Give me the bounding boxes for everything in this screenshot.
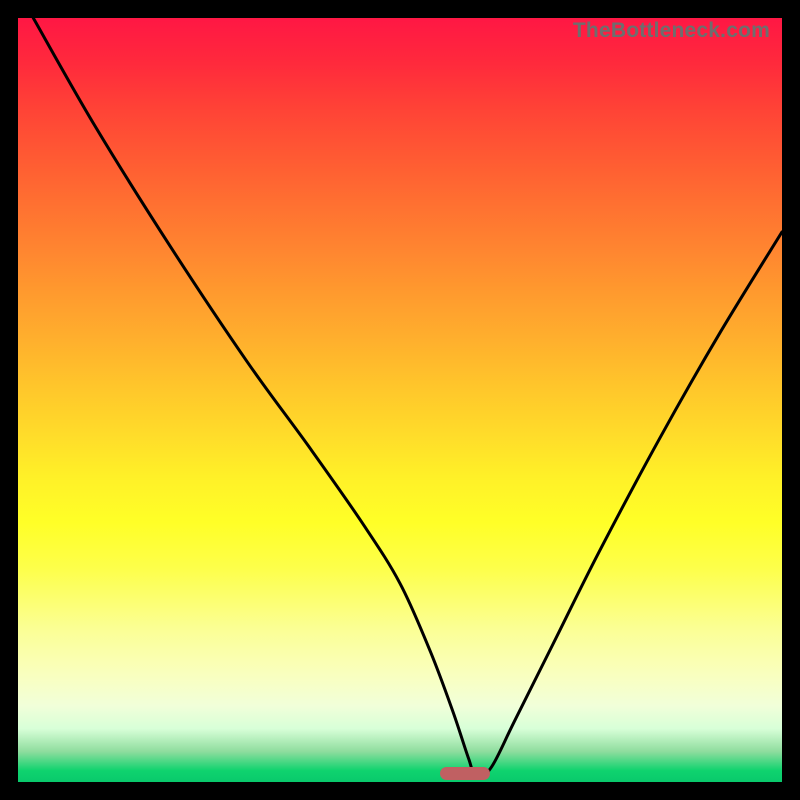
plot-area: TheBottleneck.com bbox=[18, 18, 782, 782]
chart-container: TheBottleneck.com bbox=[0, 0, 800, 800]
minimum-marker bbox=[440, 767, 490, 781]
bottleneck-curve bbox=[18, 18, 782, 782]
